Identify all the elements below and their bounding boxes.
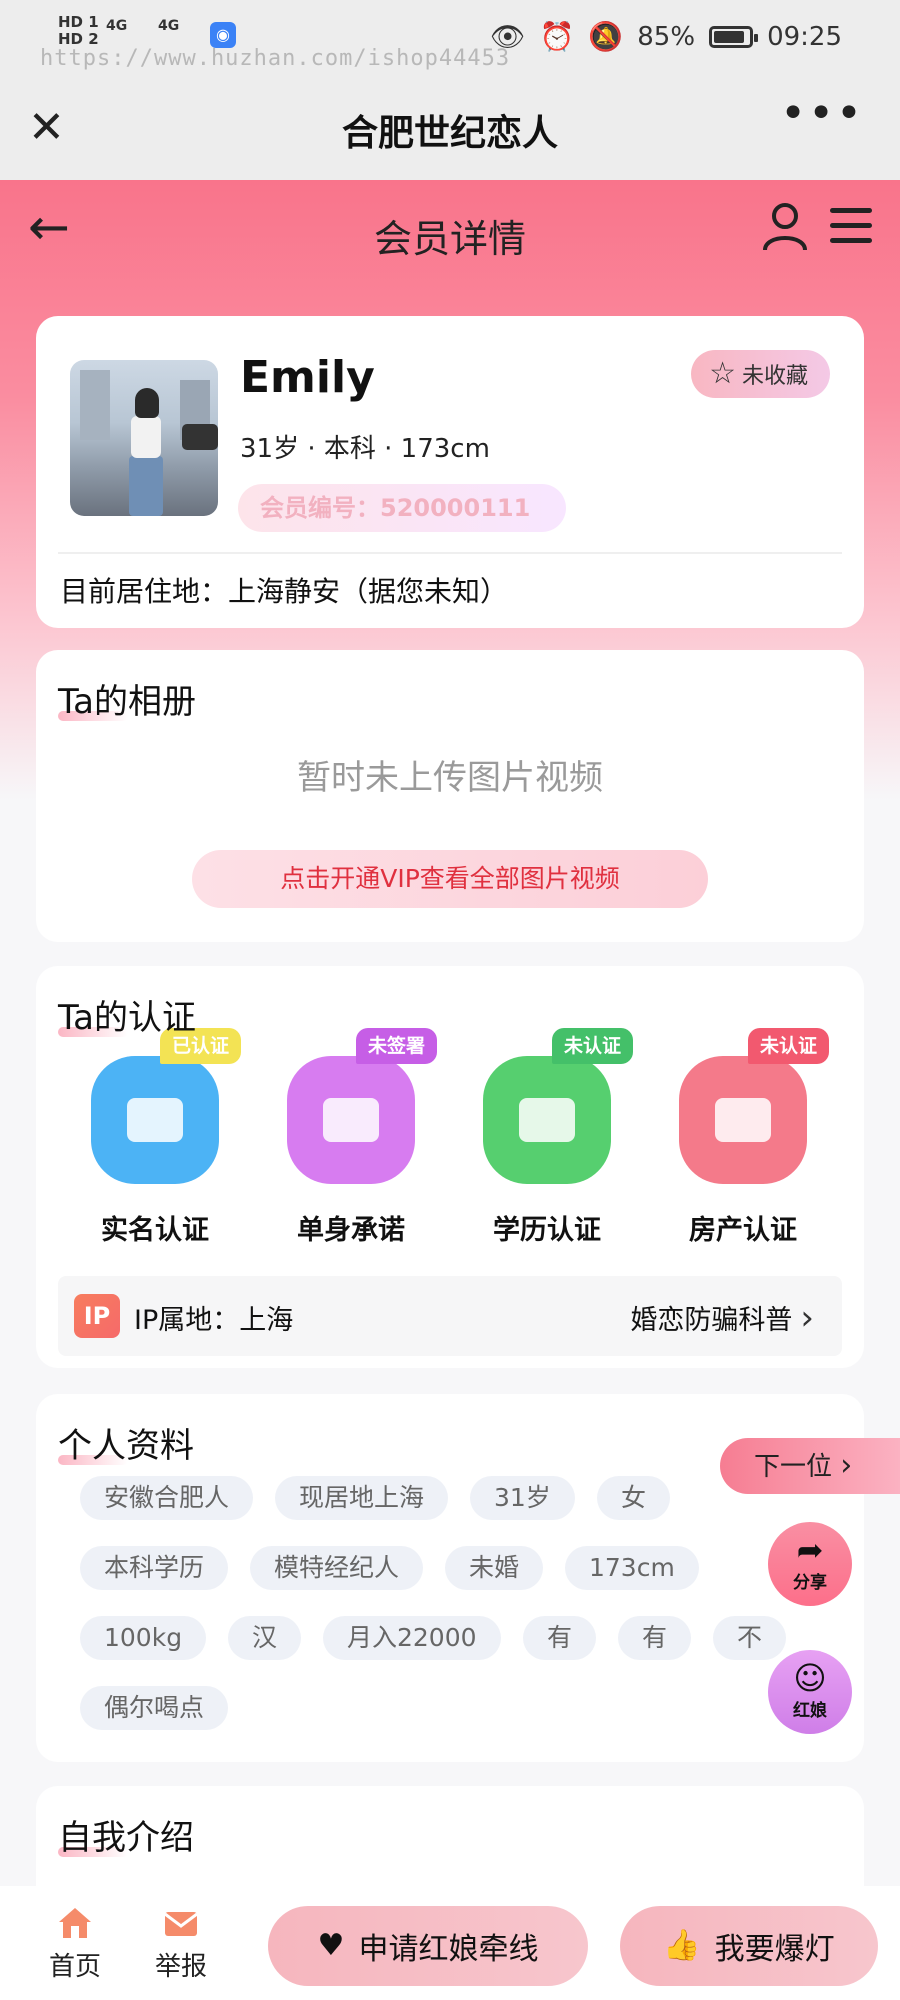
- certification-badge-icon: 已认证: [91, 1028, 241, 1184]
- certification-badge-icon: 未认证: [483, 1028, 633, 1184]
- star-icon: ☆: [709, 356, 736, 391]
- mail-icon: [164, 1912, 198, 1936]
- more-options-icon[interactable]: •••: [780, 88, 864, 139]
- album-empty-text: 暂时未上传图片视频: [297, 758, 603, 798]
- profile-tag: 汉: [228, 1616, 302, 1660]
- profile-tag: 月入22000: [323, 1616, 501, 1660]
- avatar[interactable]: [70, 360, 218, 516]
- profile-tag: 不: [713, 1616, 787, 1660]
- network1-label: 4G: [106, 18, 128, 34]
- ip-location-text: IP属地：上海: [134, 1305, 294, 1336]
- album-card: Ta的相册 暂时未上传图片视频 点击开通VIP查看全部图片视频: [36, 650, 864, 942]
- alarm-icon: ⏰: [539, 20, 575, 53]
- next-member-button[interactable]: 下一位 ›: [720, 1438, 900, 1494]
- profile-tag: 有: [618, 1616, 692, 1660]
- share-button[interactable]: ➦ 分享: [768, 1522, 852, 1606]
- clock: 09:25: [767, 21, 842, 52]
- chevron-right-icon: ›: [840, 1448, 853, 1483]
- share-icon: ➦: [796, 1531, 824, 1569]
- member-number: 会员编号：520000111: [238, 484, 566, 532]
- self-intro-title: 自我介绍: [58, 1818, 194, 1858]
- member-name: Emily: [240, 352, 375, 403]
- personal-info-title: 个人资料: [58, 1426, 194, 1466]
- profile-tag: 安徽合肥人: [80, 1476, 254, 1520]
- page-nav: ← 会员详情: [0, 180, 900, 280]
- apply-matchmaker-button[interactable]: ♥ 申请红娘牵线: [268, 1906, 588, 1986]
- certification-item[interactable]: 未认证学历认证: [462, 1028, 633, 1247]
- eye-icon: 👁: [489, 20, 526, 53]
- profile-tag: 173cm: [565, 1546, 699, 1590]
- network2-label: 4G: [158, 18, 180, 34]
- profile-tag: 偶尔喝点: [80, 1686, 229, 1730]
- favorite-button[interactable]: ☆ 未收藏: [691, 350, 830, 398]
- profile-tag: 模特经纪人: [250, 1546, 424, 1590]
- user-icon[interactable]: [762, 202, 808, 252]
- nav-report-label: 举报: [154, 1952, 207, 1982]
- divider: [58, 552, 842, 554]
- residence-text: 目前居住地：上海静安（据您未知）: [60, 575, 509, 608]
- battery-percent: 85%: [637, 21, 696, 52]
- nav-home[interactable]: 首页: [40, 1906, 110, 1983]
- certification-item[interactable]: 已认证实名认证: [70, 1028, 241, 1247]
- nav-report[interactable]: 举报: [146, 1906, 216, 1983]
- certification-status-tag: 未认证: [551, 1028, 633, 1064]
- certification-status-tag: 未签署: [355, 1028, 437, 1064]
- nav-home-label: 首页: [48, 1952, 101, 1982]
- apply-matchmaker-label: 申请红娘牵线: [358, 1932, 539, 1967]
- certification-item[interactable]: 未认证房产认证: [658, 1028, 829, 1247]
- menu-icon[interactable]: [830, 208, 872, 244]
- basic-info: 31岁 · 本科 · 173cm: [240, 434, 490, 464]
- browser-header: ✕ 合肥世纪恋人 •••: [0, 78, 900, 180]
- certification-label: 单身承诺: [297, 1215, 405, 1246]
- watermark-text: https://www.huzhan.com/ishop44453: [40, 46, 511, 71]
- matchmaker-label: 红娘: [793, 1701, 827, 1721]
- status-bar: HD 1 HD 2 4G 4G ◉ https://www.huzhan.com…: [0, 0, 900, 78]
- browser-title: 合肥世纪恋人: [341, 113, 558, 154]
- certification-status-tag: 未认证: [747, 1028, 829, 1064]
- status-right: 👁 ⏰ 🔕 85% 09:25: [490, 20, 842, 53]
- favorite-label: 未收藏: [741, 364, 808, 389]
- thumbs-up-icon: 👍: [663, 1928, 701, 1963]
- bottom-bar: 首页 举报 ♥ 申请红娘牵线 👍 我要爆灯: [0, 1886, 900, 2000]
- vip-unlock-button[interactable]: 点击开通VIP查看全部图片视频: [192, 850, 708, 908]
- light-up-label: 我要爆灯: [714, 1932, 835, 1967]
- certification-card: Ta的认证 已认证 实名认证 未签署 单身承诺 未认证 学历认证 未认证 房产认证 IP IP…: [36, 966, 864, 1368]
- chevron-right-icon: ›: [800, 1298, 814, 1338]
- sim1-label: HD 1: [58, 13, 99, 31]
- certification-badge-icon: 未签署: [287, 1028, 437, 1184]
- app-notification-icon: ◉: [210, 22, 236, 48]
- share-label: 分享: [793, 1573, 827, 1593]
- certification-label: 实名认证: [101, 1215, 209, 1246]
- profile-tag: 100kg: [80, 1616, 207, 1660]
- certification-badge-icon: 未认证: [679, 1028, 829, 1184]
- profile-tag: 本科学历: [80, 1546, 229, 1590]
- profile-tag: 现居地上海: [275, 1476, 449, 1520]
- certification-label: 学历认证: [493, 1215, 601, 1246]
- profile-tag: 有: [523, 1616, 597, 1660]
- profile-tag: 未婚: [445, 1546, 544, 1590]
- certification-title: Ta的认证: [58, 998, 196, 1038]
- certification-item[interactable]: 未签署单身承诺: [266, 1028, 437, 1247]
- mute-bell-icon: 🔕: [588, 20, 624, 53]
- ip-location-row: IP IP属地：上海 婚恋防骗科普 ›: [58, 1276, 842, 1356]
- light-up-button[interactable]: 👍 我要爆灯: [620, 1906, 878, 1986]
- profile-tag: 31岁: [470, 1476, 575, 1520]
- certification-label: 房产认证: [689, 1215, 797, 1246]
- ip-icon: IP: [74, 1294, 120, 1338]
- profile-card: Emily ☆ 未收藏 31岁 · 本科 · 173cm 会员编号：520000…: [36, 316, 864, 628]
- album-title: Ta的相册: [58, 682, 196, 722]
- sim-indicators: HD 1 HD 2: [58, 14, 99, 48]
- matchmaker-button[interactable]: ☺ 红娘: [768, 1650, 852, 1734]
- anti-fraud-link[interactable]: 婚恋防骗科普 ›: [630, 1298, 814, 1337]
- home-icon: [59, 1908, 91, 1938]
- heart-icon: ♥: [317, 1928, 345, 1963]
- profile-tag: 女: [597, 1476, 671, 1520]
- matchmaker-icon: ☺: [793, 1659, 827, 1697]
- battery-icon: [709, 25, 759, 48]
